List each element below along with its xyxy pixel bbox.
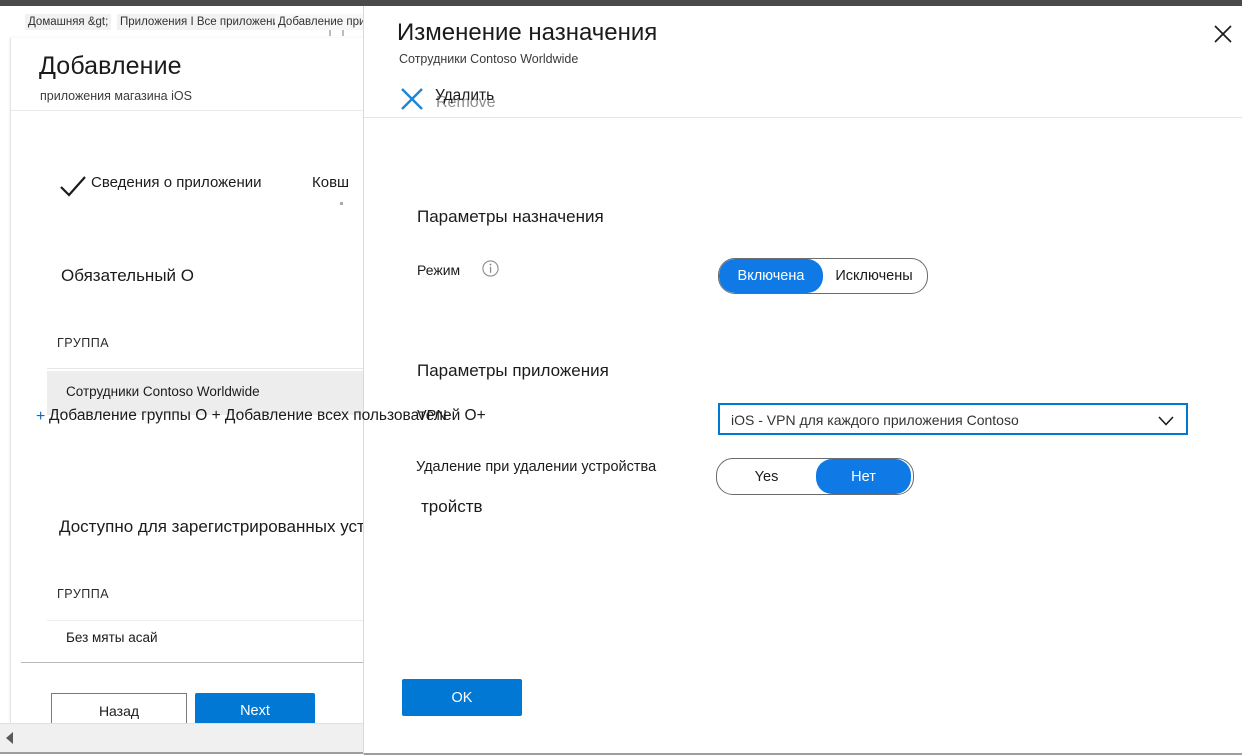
background-page: Домашняя &gt; Приложения I Все приложени… [0, 6, 381, 755]
mode-option-included[interactable]: Включена [719, 259, 823, 293]
uninstall-on-device-removal-toggle[interactable]: Yes Нет [716, 458, 914, 495]
group-column-header-available: ГРУППА [57, 587, 110, 601]
breadcrumb-item-home[interactable]: Домашняя &gt; [25, 14, 112, 30]
check-icon [58, 172, 88, 207]
edit-assignment-flyout: Изменение назначения Сотрудники Contoso … [363, 6, 1242, 755]
divider [21, 662, 381, 663]
flyout-header: Изменение назначения Сотрудники Contoso … [364, 6, 1242, 118]
wizard-steps: Сведения о приложении Ковш [11, 168, 373, 212]
uninstall-option-no[interactable]: Нет [816, 459, 911, 494]
close-icon[interactable] [1206, 17, 1240, 51]
flyout-title: Изменение назначения [397, 19, 658, 46]
mode-label: Режим [417, 262, 461, 278]
close-x-icon [397, 83, 427, 118]
group-column-header-required: ГРУППА [57, 336, 110, 350]
flyout-subtitle: Сотрудники Contoso Worldwide [399, 52, 579, 66]
flyout-body: Параметры назначения Режим Включена Искл… [364, 118, 1242, 640]
remove-button[interactable] [397, 86, 427, 114]
horizontal-scrollbar[interactable] [0, 723, 381, 754]
scroll-left-arrow-icon[interactable] [6, 732, 13, 744]
mode-toggle[interactable]: Включена Исключены [718, 258, 928, 294]
divider [47, 368, 381, 369]
add-app-wizard-card: Добавление приложения магазина iOS Сведе… [10, 38, 381, 728]
wizard-step-kovsh[interactable]: Ковш [312, 174, 349, 191]
group-row-contoso-worldwide[interactable]: Сотрудники Contoso Worldwide [47, 371, 381, 415]
remove-button-label: Удалить [435, 87, 495, 104]
breadcrumb: Домашняя &gt; Приложения I Все приложени… [0, 6, 381, 38]
ok-button[interactable]: OK [402, 679, 522, 716]
uninstall-on-device-removal-label: Удаление при удалении устройства [416, 459, 657, 475]
section-assignment-settings-heading: Параметры назначения [417, 207, 604, 226]
flyout-footer: OK [364, 639, 1242, 755]
breadcrumb-artifact-dots [329, 30, 351, 36]
page-title-block: Добавление приложения магазина iOS [11, 38, 373, 111]
group-row-label: Сотрудники Contoso Worldwide [66, 384, 260, 399]
group-row-label: Без мяты асай [66, 630, 158, 645]
wizard-step-artifact-dot [340, 202, 343, 205]
divider [47, 620, 381, 621]
vpn-selected-value: iOS - VPN для каждого приложения Contoso [731, 412, 1019, 428]
uninstall-option-yes[interactable]: Yes [717, 459, 816, 494]
info-icon[interactable] [482, 260, 499, 277]
mode-option-excluded[interactable]: Исключены [823, 259, 925, 293]
group-row-bez-myaty-asay[interactable]: Без мяты асай [47, 626, 381, 660]
page-title: Добавление [39, 52, 182, 80]
section-app-settings-heading: Параметры приложения [417, 361, 609, 380]
section-required-heading: Обязательный О [61, 266, 194, 285]
vpn-label: VPN [417, 408, 447, 424]
page-subtitle: приложения магазина iOS [40, 89, 192, 103]
wizard-step-app-details[interactable]: Сведения о приложении [91, 174, 262, 191]
section-available-heading: Доступно для зарегистрированных устройст… [59, 517, 381, 536]
chevron-down-icon [1157, 414, 1175, 432]
window-bottom-rule [0, 752, 381, 754]
vpn-select[interactable]: iOS - VPN для каждого приложения Contoso [718, 403, 1188, 435]
